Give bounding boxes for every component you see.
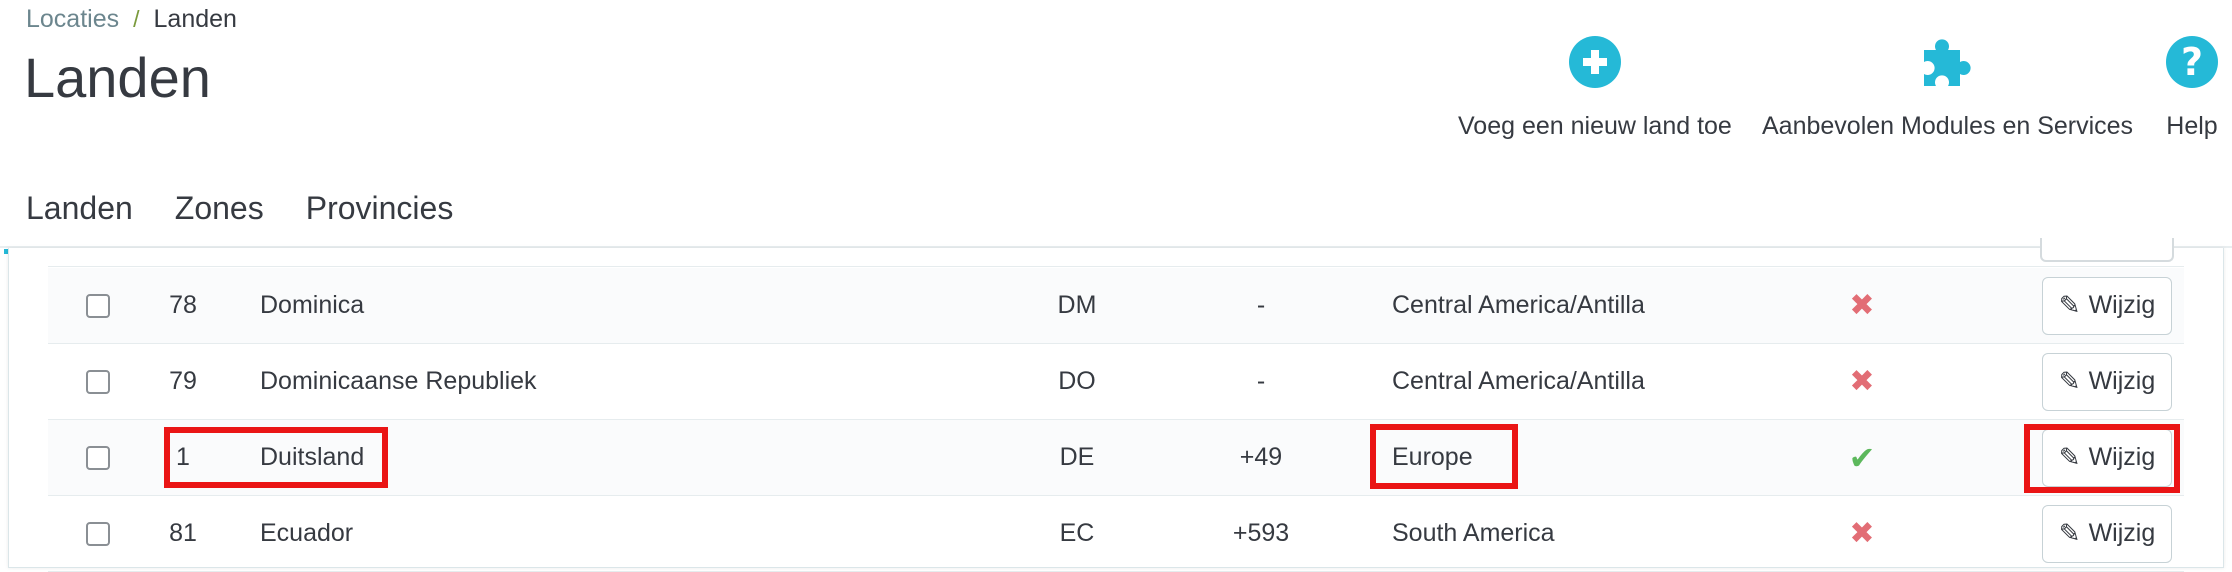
plus-circle-icon <box>1568 36 1621 88</box>
puzzle-icon <box>1923 39 1971 86</box>
breadcrumb-parent[interactable]: Locaties <box>26 5 119 34</box>
country-name: Dominicaanse Republiek <box>260 367 537 395</box>
status-disabled-icon[interactable]: ✖ <box>1842 496 1882 571</box>
edit-button[interactable]: ✎ Wijzig <box>2042 276 2172 335</box>
table-row: 78 Dominica DM - Central America/Antilla… <box>48 268 2184 344</box>
page-title: Landen <box>24 46 211 109</box>
call-prefix: - <box>1256 291 1266 319</box>
status-enabled-icon[interactable]: ✔ <box>1842 420 1882 495</box>
row-checkbox[interactable] <box>86 521 110 546</box>
pencil-icon: ✎ <box>2058 366 2081 396</box>
edit-button[interactable]: ✎ Wijzig <box>2042 504 2172 563</box>
iso-code: DO <box>1058 367 1096 395</box>
edit-button-label: Wijzig <box>2088 367 2156 395</box>
breadcrumb-current: Landen <box>153 4 237 33</box>
breadcrumb: Locaties / Landen <box>26 2 237 36</box>
country-id: 1 <box>176 443 190 471</box>
table-row: 1 Duitsland DE +49 Europe ✔ ✎ Wijzig <box>48 420 2184 496</box>
help-button[interactable]: ? Help <box>2166 36 2218 148</box>
country-id: 79 <box>169 367 197 395</box>
country-id: 81 <box>169 519 197 547</box>
recommended-modules-button[interactable]: Aanbevolen Modules en Services <box>1762 36 2133 148</box>
call-prefix: - <box>1256 367 1266 395</box>
edit-button-partial[interactable] <box>2040 238 2174 262</box>
row-checkbox[interactable] <box>86 445 110 470</box>
edit-button[interactable]: ✎ Wijzig <box>2042 428 2172 487</box>
help-label: Help <box>2166 112 2218 140</box>
country-name: Ecuador <box>260 519 354 547</box>
question-circle-icon: ? <box>2166 36 2218 88</box>
table-row: 81 Ecuador EC +593 South America ✖ ✎ Wijz… <box>48 496 2184 572</box>
edit-button-label: Wijzig <box>2088 291 2156 319</box>
pencil-icon: ✎ <box>2058 290 2081 320</box>
pencil-icon: ✎ <box>2058 442 2081 472</box>
tab-provincies[interactable]: Provincies <box>285 180 475 246</box>
status-disabled-icon[interactable]: ✖ <box>1842 268 1882 343</box>
zone-name: Central America/Antilla <box>1392 367 1645 395</box>
edit-button-label: Wijzig <box>2088 443 2156 471</box>
edit-button[interactable]: ✎ Wijzig <box>2042 352 2172 411</box>
add-country-button[interactable]: Voeg een nieuw land toe <box>1458 36 1732 148</box>
tab-landen[interactable]: Landen <box>0 180 162 254</box>
iso-code: DM <box>1057 291 1097 319</box>
table-divider <box>48 266 2184 267</box>
status-disabled-icon[interactable]: ✖ <box>1842 344 1882 419</box>
recommended-modules-label: Aanbevolen Modules en Services <box>1762 112 2134 140</box>
iso-code: EC <box>1059 519 1095 547</box>
zone-name: South America <box>1392 519 1555 547</box>
breadcrumb-separator: / <box>133 5 140 32</box>
add-country-label: Voeg een nieuw land toe <box>1458 112 1732 140</box>
tab-bar: Landen Zones Provincies <box>0 180 475 254</box>
row-checkbox[interactable] <box>86 369 110 394</box>
tab-zones[interactable]: Zones <box>154 180 285 246</box>
pencil-icon: ✎ <box>2058 518 2081 548</box>
call-prefix: +49 <box>1239 443 1283 471</box>
iso-code: DE <box>1059 443 1095 471</box>
table-row: 79 Dominicaanse Republiek DO - Central A… <box>48 344 2184 420</box>
country-name: Duitsland <box>260 443 365 471</box>
zone-name: Europe <box>1392 443 1473 471</box>
call-prefix: +593 <box>1232 519 1290 547</box>
country-id: 78 <box>169 291 197 319</box>
row-checkbox[interactable] <box>86 293 110 318</box>
country-name: Dominica <box>260 291 365 319</box>
zone-name: Central America/Antilla <box>1392 291 1645 319</box>
edit-button-label: Wijzig <box>2088 519 2156 547</box>
